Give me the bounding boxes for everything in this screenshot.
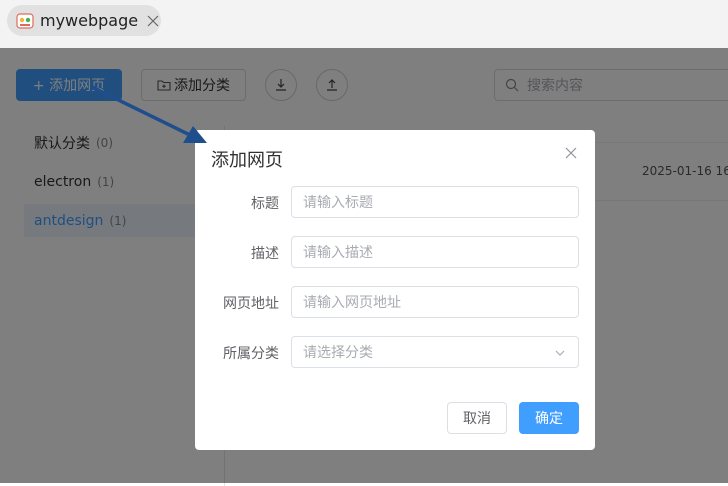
category-select[interactable]: 请选择分类	[291, 336, 579, 368]
close-icon[interactable]	[147, 15, 159, 27]
browser-tab-title: mywebpage	[40, 11, 139, 30]
title-placeholder: 请输入标题	[303, 195, 373, 211]
add-page-dialog: 添加网页 标题 请输入标题 描述 请输入描述 网页地址 请输入网页地址 所属分类…	[195, 130, 595, 450]
url-field[interactable]: 请输入网页地址	[291, 286, 579, 318]
browser-tab[interactable]: mywebpage	[7, 5, 161, 36]
chevron-down-icon	[555, 350, 565, 356]
url-label: 网页地址	[223, 296, 279, 312]
cancel-button[interactable]: 取消	[447, 402, 507, 434]
description-placeholder: 请输入描述	[303, 245, 373, 261]
confirm-button[interactable]: 确定	[519, 402, 579, 434]
description-field[interactable]: 请输入描述	[291, 236, 579, 268]
category-placeholder: 请选择分类	[303, 345, 373, 361]
category-label: 所属分类	[223, 346, 279, 362]
dialog-title: 添加网页	[211, 150, 283, 171]
url-placeholder: 请输入网页地址	[303, 295, 401, 311]
title-field[interactable]: 请输入标题	[291, 186, 579, 218]
app-logo-icon	[16, 12, 34, 29]
title-label: 标题	[251, 196, 279, 212]
description-label: 描述	[251, 246, 279, 262]
close-icon[interactable]	[565, 147, 577, 159]
browser-tab-bar: mywebpage	[0, 0, 728, 48]
